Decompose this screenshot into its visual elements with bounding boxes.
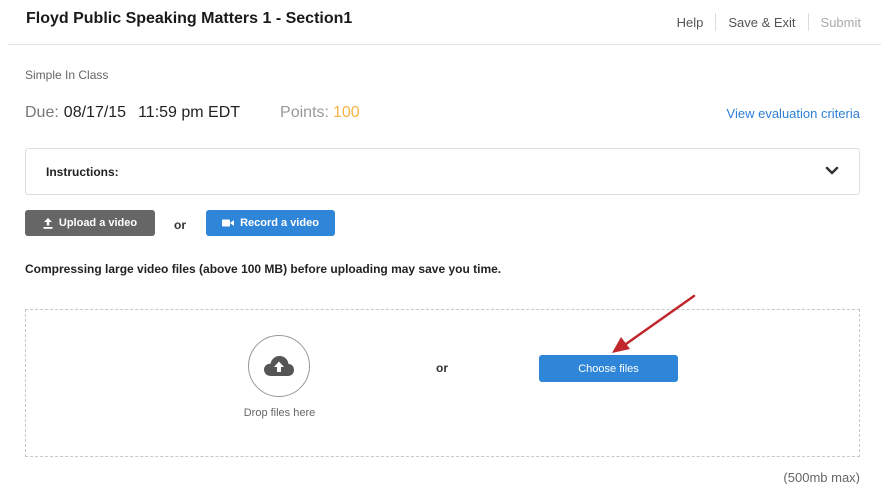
drop-files-text: Drop files here [243,407,316,419]
file-dropzone[interactable]: Drop files here or Choose files [25,309,860,457]
upload-video-label: Upload a video [58,217,138,229]
or-separator: or [174,218,186,232]
cloud-upload-icon [264,356,294,376]
chevron-down-icon[interactable] [825,166,839,176]
video-camera-icon [222,219,235,227]
compression-note: Compressing large video files (above 100… [25,262,502,276]
points: Points: 100 [280,104,360,122]
choose-files-button[interactable]: Choose files [539,355,678,382]
points-label: Points: [280,104,329,121]
app-header: Floyd Public Speaking Matters 1 - Sectio… [8,0,881,45]
record-video-label: Record a video [240,217,319,229]
or-separator: or [436,361,448,375]
record-video-button[interactable]: Record a video [206,210,335,236]
upload-video-button[interactable]: Upload a video [25,210,155,236]
save-exit-button[interactable]: Save & Exit [716,15,807,30]
due-label: Due: [25,104,59,121]
points-value: 100 [332,104,360,121]
instructions-label: Instructions: [46,165,119,179]
evaluation-criteria-link[interactable]: View evaluation criteria [727,106,860,121]
due-date: 08/17/15 [63,104,127,121]
max-size-note: (500mb max) [783,470,860,484]
instructions-panel[interactable]: Instructions: [25,148,860,195]
course-title: Floyd Public Speaking Matters 1 - Sectio… [26,10,353,27]
due-time: 11:59 pm EDT [138,104,241,121]
submit-button[interactable]: Submit [809,15,861,30]
header-nav: Help Save & Exit Submit [665,13,861,31]
assignment-type: Simple In Class [25,68,109,82]
due-row: Due: 08/17/15 11:59 pm EDT Points: 100 [25,104,360,122]
upload-circle [248,335,310,397]
help-link[interactable]: Help [665,15,716,30]
upload-icon [43,217,53,229]
